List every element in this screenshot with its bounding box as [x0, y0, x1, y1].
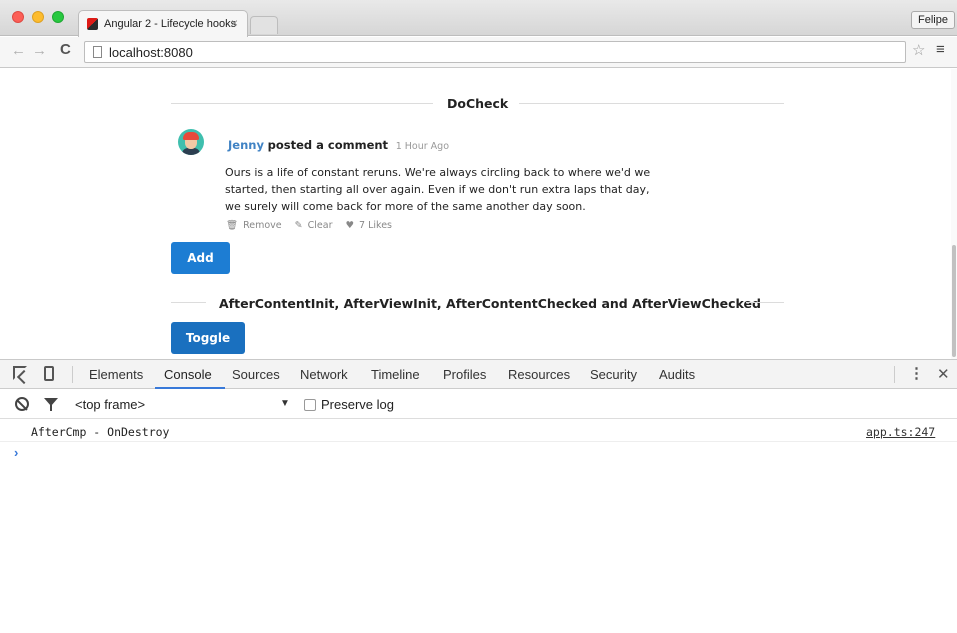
browser-tab-active[interactable]: Angular 2 - Lifecycle hooks × — [78, 10, 248, 37]
devtools-tabbar: Elements Console Sources Network Timelin… — [0, 360, 957, 389]
console-message: AfterCmp - OnDestroy — [31, 425, 170, 439]
active-tab-indicator — [155, 387, 225, 389]
toolbar-divider — [894, 366, 895, 383]
page-viewport: DoCheck Jenny posted a comment 1 Hour Ag… — [0, 69, 957, 359]
close-devtools-icon[interactable]: ✕ — [937, 365, 950, 383]
forward-arrow-icon[interactable]: → — [32, 42, 47, 59]
angular-favicon-icon — [87, 18, 98, 30]
heart-icon: ♥ — [345, 220, 355, 231]
tab-audits[interactable]: Audits — [659, 367, 695, 382]
console-filterbar: <top frame> ▼ Preserve log — [0, 390, 957, 419]
new-tab-button[interactable] — [250, 16, 278, 34]
remove-action[interactable]: 🗑 Remove — [226, 220, 282, 231]
clear-action[interactable]: ✎ Clear — [295, 220, 333, 231]
comment-timestamp: 1 Hour Ago — [395, 141, 450, 152]
remove-label: Remove — [243, 220, 282, 231]
console-prompt-icon[interactable]: › — [14, 445, 18, 460]
browser-toolbar: ← → C localhost:8080 ☆ ≡ — [0, 37, 957, 68]
add-button[interactable]: Add — [171, 242, 230, 274]
toggle-button[interactable]: Toggle — [171, 322, 245, 354]
console-message-row: AfterCmp - OnDestroy app.ts:247 — [0, 420, 957, 442]
divider-line — [519, 103, 784, 104]
divider-line — [746, 302, 784, 303]
tab-timeline[interactable]: Timeline — [371, 367, 420, 382]
clear-label: Clear — [307, 220, 333, 231]
preserve-log-label[interactable]: Preserve log — [321, 397, 394, 412]
comment-action-text: posted a comment — [267, 138, 389, 152]
page-scrollbar-thumb[interactable] — [952, 245, 956, 357]
frame-selector[interactable]: <top frame> — [75, 397, 145, 412]
page-icon — [93, 46, 102, 58]
bookmark-star-icon[interactable]: ☆ — [912, 41, 925, 59]
device-mode-icon[interactable] — [44, 366, 54, 381]
avatar — [178, 129, 204, 155]
console-source-link[interactable]: app.ts:247 — [866, 425, 935, 439]
divider-line — [171, 103, 433, 104]
address-bar[interactable]: localhost:8080 — [84, 41, 906, 63]
window-maximize-button[interactable] — [52, 11, 64, 23]
like-action[interactable]: ♥ 7 Likes — [346, 220, 392, 231]
dropdown-caret-icon[interactable]: ▼ — [280, 398, 290, 409]
comment-header: Jenny posted a comment 1 Hour Ago — [228, 138, 449, 152]
devtools-panel: Elements Console Sources Network Timelin… — [0, 359, 957, 633]
trash-icon: 🗑 — [226, 220, 239, 231]
after-hooks-heading: AfterContentInit, AfterViewInit, AfterCo… — [219, 296, 761, 311]
window-minimize-button[interactable] — [32, 11, 44, 23]
tab-network[interactable]: Network — [300, 367, 348, 382]
comment-body: Ours is a life of constant reruns. We're… — [225, 166, 651, 213]
preserve-log-checkbox[interactable] — [304, 399, 316, 411]
divider-line — [171, 302, 206, 303]
clear-console-icon[interactable] — [15, 397, 29, 411]
likes-label: 7 Likes — [359, 220, 392, 231]
tab-security[interactable]: Security — [590, 367, 637, 382]
url-text: localhost:8080 — [109, 45, 193, 60]
profile-button[interactable]: Felipe — [911, 11, 955, 29]
filter-icon[interactable] — [44, 398, 58, 411]
tab-sources[interactable]: Sources — [232, 367, 280, 382]
back-arrow-icon[interactable]: ← — [11, 42, 26, 59]
window-close-button[interactable] — [12, 11, 24, 23]
more-options-icon[interactable]: ⋮ — [909, 364, 924, 382]
comment-actions: 🗑 Remove ✎ Clear ♥ 7 Likes — [226, 220, 402, 231]
tab-title: Angular 2 - Lifecycle hooks — [104, 18, 237, 30]
tab-close-icon[interactable]: × — [231, 16, 238, 30]
browser-titlebar: Angular 2 - Lifecycle hooks × Felipe — [0, 0, 957, 37]
eraser-icon: ✎ — [294, 220, 303, 231]
chrome-menu-icon[interactable]: ≡ — [936, 41, 945, 58]
tab-console[interactable]: Console — [164, 367, 212, 382]
docheck-heading: DoCheck — [447, 96, 509, 111]
inspect-element-icon[interactable] — [13, 366, 27, 380]
tab-profiles[interactable]: Profiles — [443, 367, 486, 382]
tab-elements[interactable]: Elements — [89, 367, 143, 382]
toolbar-divider — [72, 366, 73, 383]
reload-icon[interactable]: C — [60, 41, 71, 58]
tab-resources[interactable]: Resources — [508, 367, 570, 382]
comment-author-link[interactable]: Jenny — [228, 138, 264, 152]
